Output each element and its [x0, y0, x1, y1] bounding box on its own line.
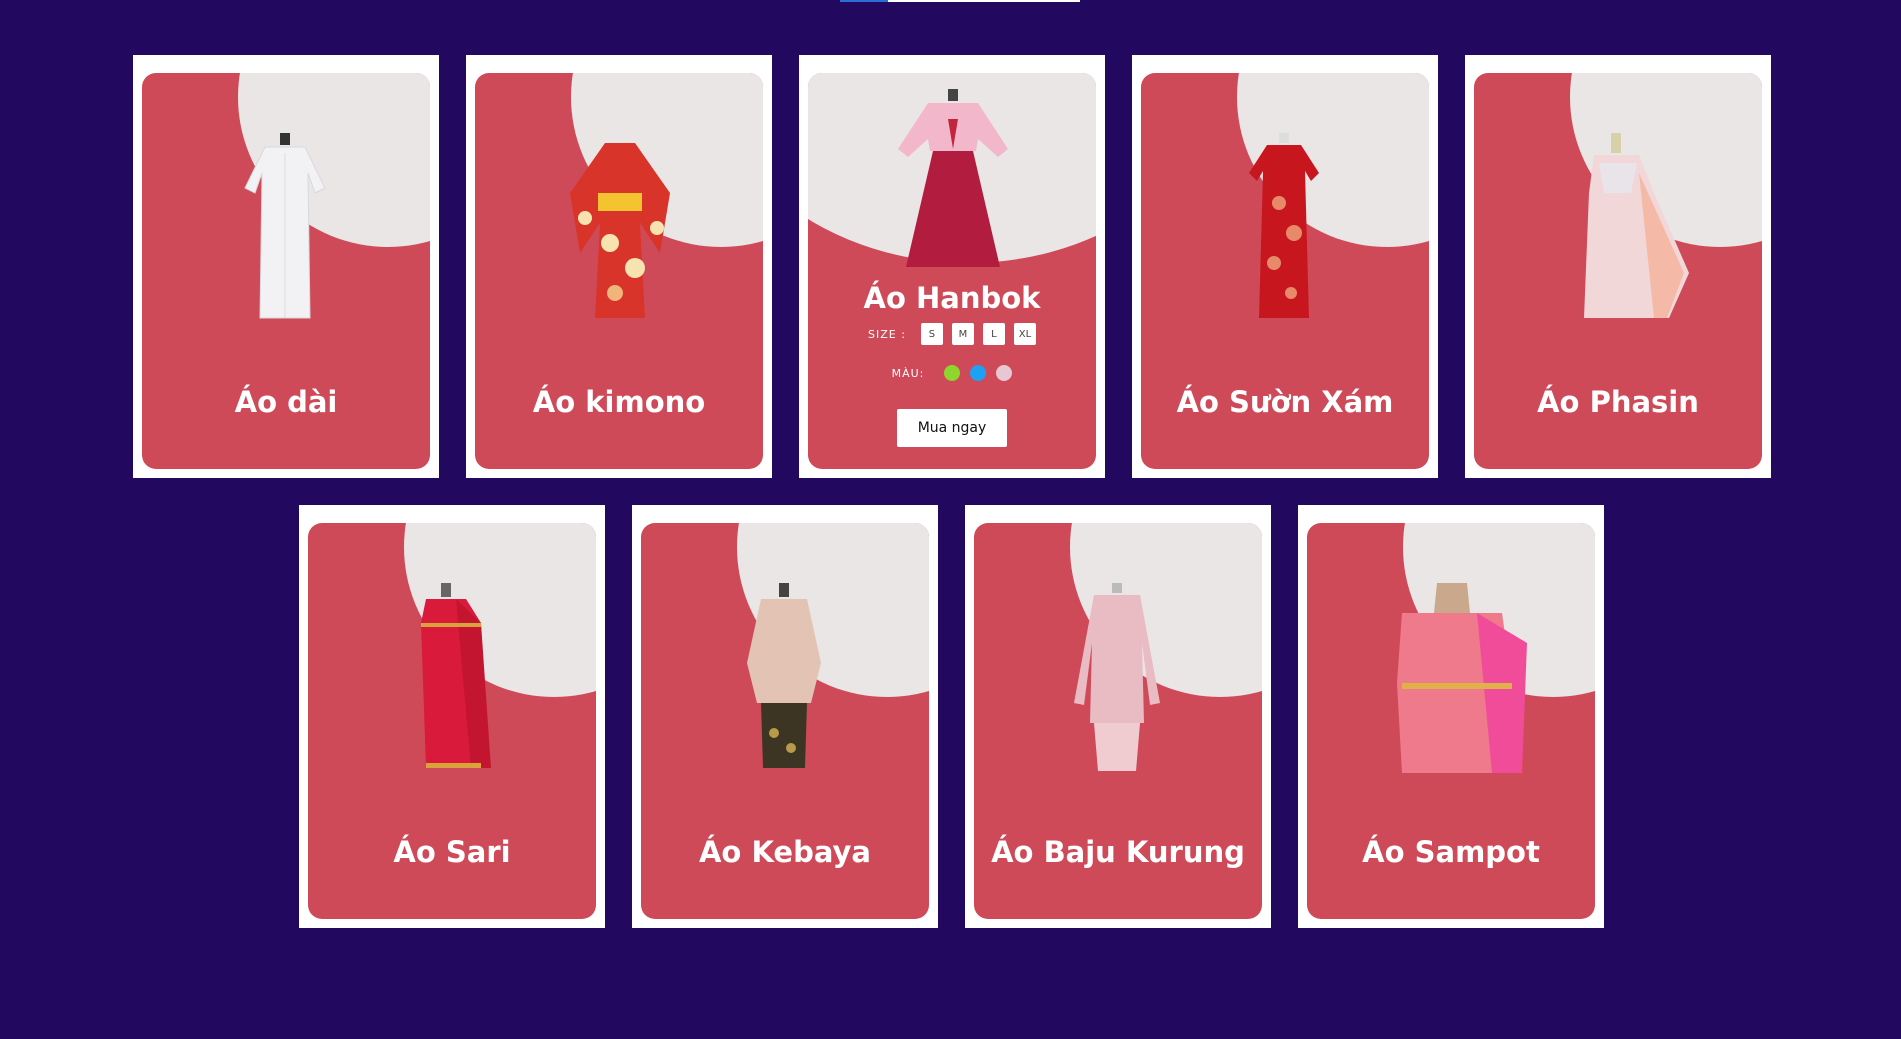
color-option-blue[interactable]	[970, 365, 987, 381]
product-title: Áo Hanbok	[863, 281, 1041, 315]
product-card-suon-xam[interactable]: Áo Sườn Xám	[1132, 55, 1438, 478]
color-option-pink[interactable]	[996, 365, 1013, 381]
suon-xam-garment-image	[1249, 133, 1319, 318]
baju-kurung-garment-image	[1074, 583, 1160, 771]
card-inner: Áo Baju Kurung	[974, 523, 1262, 919]
product-card-kimono[interactable]: Áo kimono	[466, 55, 772, 478]
product-card-ao-dai[interactable]: Áo dài	[133, 55, 439, 478]
color-option-green[interactable]	[944, 365, 961, 381]
product-title: Áo Baju Kurung	[991, 835, 1245, 869]
ao-dai-garment-image	[244, 133, 326, 319]
card-inner: Áo dài	[142, 73, 430, 469]
product-title: Áo Sườn Xám	[1176, 385, 1394, 419]
card-inner: Áo Phasin	[1474, 73, 1762, 469]
product-title: Áo dài	[234, 385, 338, 419]
size-label: SIZE :	[868, 327, 906, 341]
sari-garment-image	[421, 583, 491, 768]
product-card-baju-kurung[interactable]: Áo Baju Kurung	[965, 505, 1271, 928]
phasin-garment-image	[1584, 133, 1689, 318]
product-title: Áo Kebaya	[698, 835, 871, 869]
product-card-hanbok[interactable]: Áo Hanbok SIZE : S M L XL MÀU: Mua ngay	[799, 55, 1105, 478]
card-inner: Áo Sampot	[1307, 523, 1595, 919]
product-title: Áo kimono	[532, 385, 706, 419]
kimono-garment-image	[570, 143, 670, 318]
buy-now-button[interactable]: Mua ngay	[897, 409, 1007, 447]
product-grid: Áo dài Áo kimono Áo Hanbok SIZE: S M L …	[0, 0, 1901, 1039]
sampot-garment-image	[1397, 583, 1527, 773]
size-option-m[interactable]: M	[951, 323, 974, 345]
card-inner: Áo Kebaya	[641, 523, 929, 919]
color-selector: MÀU:	[808, 365, 1096, 381]
product-card-phasin[interactable]: Áo Phasin	[1465, 55, 1771, 478]
card-inner: Áo Sườn Xám	[1141, 73, 1429, 469]
size-selector: SIZE : S M L XL	[808, 323, 1096, 345]
hanbok-garment-image	[898, 89, 1008, 267]
size-option-s[interactable]: S	[920, 323, 943, 345]
card-inner: Áo Sari	[308, 523, 596, 919]
product-title: Áo Sampot	[1362, 835, 1540, 869]
product-card-kebaya[interactable]: Áo Kebaya	[632, 505, 938, 928]
card-inner: Áo kimono	[475, 73, 763, 469]
product-card-sampot[interactable]: Áo Sampot	[1298, 505, 1604, 928]
card-inner: Áo Hanbok SIZE : S M L XL MÀU: Mua ngay	[808, 73, 1096, 469]
product-card-sari[interactable]: Áo Sari	[299, 505, 605, 928]
product-title: Áo Sari	[393, 835, 511, 869]
size-option-l[interactable]: L	[982, 323, 1005, 345]
product-title: Áo Phasin	[1537, 385, 1699, 419]
color-label: MÀU:	[891, 366, 925, 380]
kebaya-garment-image	[747, 583, 821, 768]
size-option-xl[interactable]: XL	[1013, 323, 1036, 345]
